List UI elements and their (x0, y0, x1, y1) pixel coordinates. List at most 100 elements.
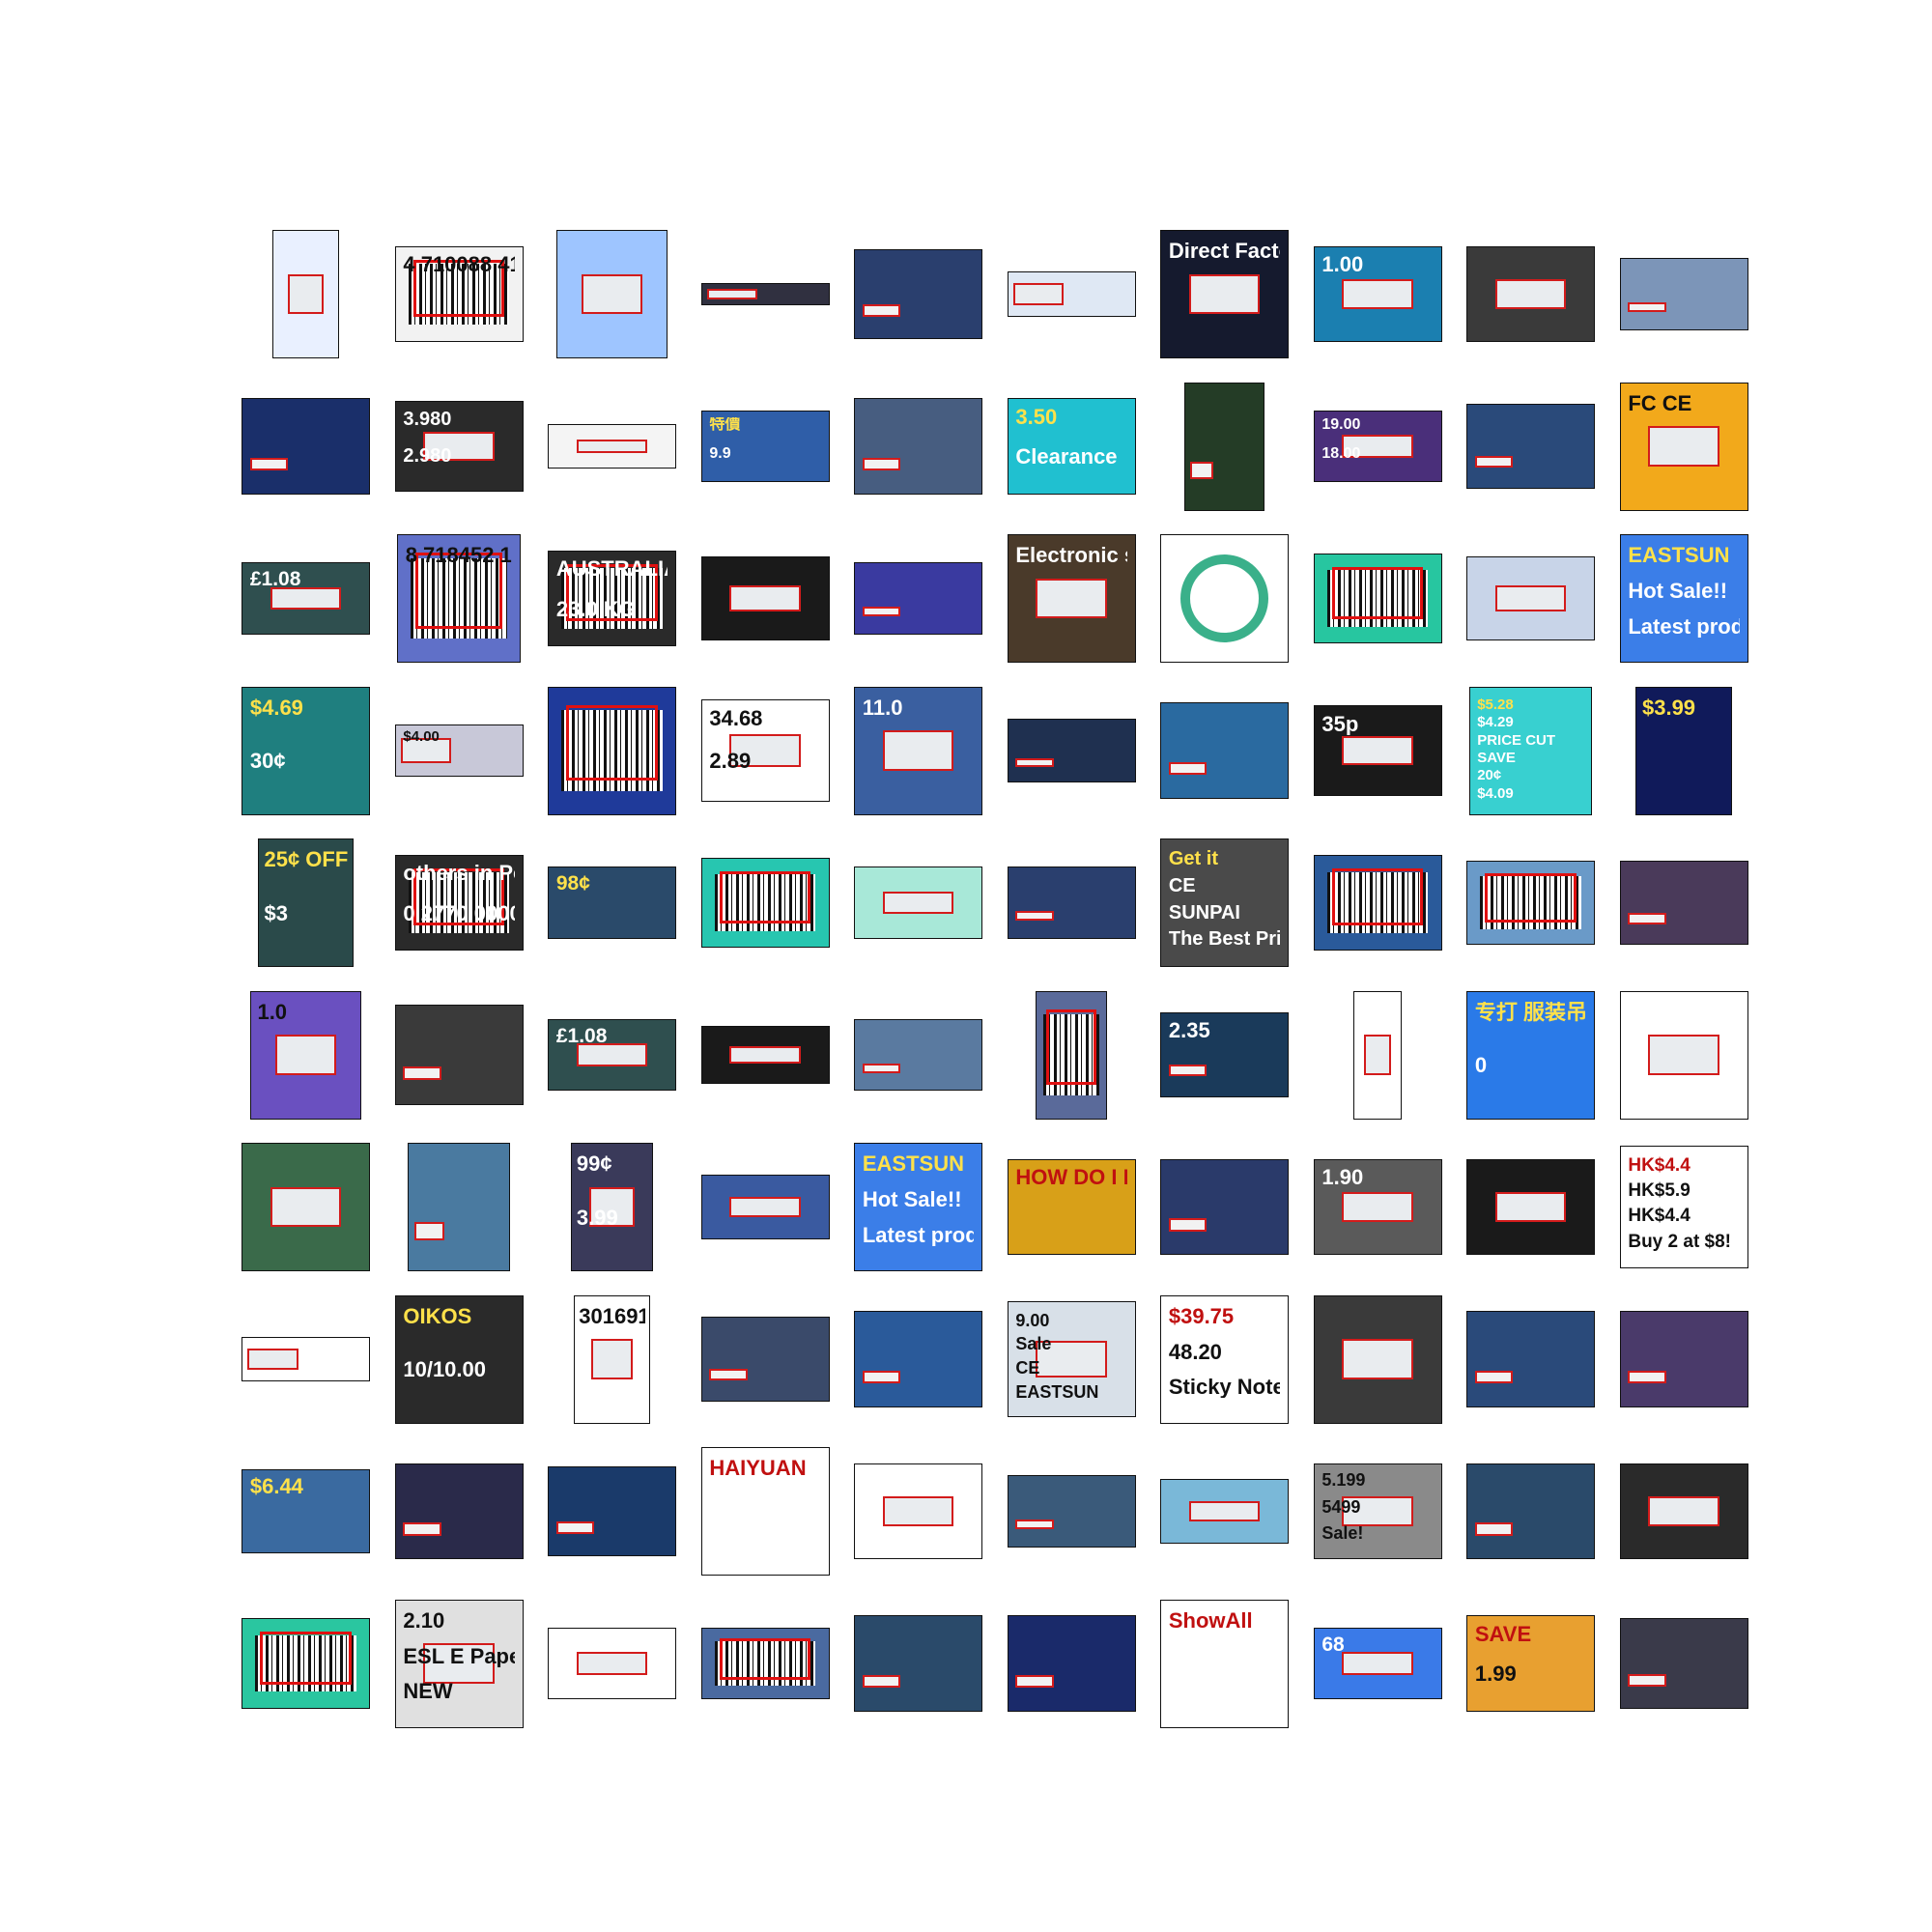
thumbnail-barcode (1466, 860, 1595, 946)
thumbnail-doc (271, 230, 340, 358)
thumbnail-sign: HOW DO I BENEFIT FROM THE $3 REQUIREMENT… (1007, 1158, 1136, 1256)
thumbnail-text: 专打 服装吊牌标签 (1474, 1001, 1587, 1023)
thumbnail-text: FC CE (1628, 392, 1692, 414)
thumbnail-background (1467, 405, 1594, 488)
price-tag-graphic (729, 1197, 801, 1217)
thumbnail-text: 3.50 (1015, 406, 1058, 428)
thumbnail-text: Buy 2 at $8! (1628, 1232, 1732, 1251)
thumbnail-esl: £1.08 (548, 1018, 676, 1092)
price-tag-graphic (882, 891, 954, 915)
thumbnail-text: 2.89 (709, 750, 752, 772)
price-tag-graphic (1015, 1520, 1054, 1530)
detection-box (719, 870, 811, 924)
thumbnail-background (408, 1144, 510, 1270)
thumbnail-text: 8 718452 189847 (405, 545, 513, 567)
thumbnail-esl (700, 1175, 830, 1239)
price-tag-graphic (287, 273, 325, 315)
thumbnail-text: 19.00 (1321, 416, 1361, 433)
price-tag-graphic (1494, 1191, 1567, 1223)
price-tag-graphic (1494, 584, 1567, 612)
price-tag-graphic (555, 1521, 595, 1535)
price-tag-graphic (1036, 578, 1107, 619)
price-tag-graphic (249, 457, 289, 471)
price-tag-graphic (576, 1652, 648, 1675)
thumbnail-text: 4 710088 412351 (403, 254, 514, 276)
thumbnail-background (855, 399, 981, 494)
thumbnail-esl (1160, 1479, 1289, 1544)
thumbnail-tags (1352, 990, 1403, 1120)
price-tag-graphic (1189, 461, 1214, 480)
thumbnail-esl: 35p (1313, 705, 1442, 796)
price-tag-graphic (862, 1674, 901, 1689)
thumbnail-text: 20¢ (1477, 768, 1502, 783)
thumbnail-text: $6.44 (249, 1476, 303, 1498)
thumbnail-text: 68 (1321, 1634, 1345, 1655)
thumbnail-shelf (854, 1615, 982, 1712)
thumbnail-text: CE (1168, 875, 1196, 895)
thumbnail-shelf (854, 562, 982, 635)
thumbnail-esl (1466, 245, 1595, 343)
thumbnail-shelf (394, 1005, 524, 1105)
thumbnail-text: HAIYUAN (709, 1458, 807, 1480)
price-tag-graphic (709, 1369, 748, 1381)
price-tag-graphic (1364, 1035, 1391, 1075)
thumbnail-background (395, 1006, 523, 1104)
price-tag-graphic (403, 1066, 441, 1081)
thumbnail-esl: 9.00 Sale CE EASTSUN (1007, 1301, 1136, 1417)
thumbnail-barcode (242, 1618, 370, 1709)
price-tag-graphic (1342, 278, 1413, 310)
thumbnail-shelf (548, 1465, 676, 1557)
thumbnail-background (242, 399, 369, 494)
thumbnail-text: Sale (1015, 1335, 1052, 1353)
thumbnail-background (1008, 719, 1135, 782)
thumbnail-shelf (407, 1143, 511, 1271)
thumbnail-sign: EASTSUN Hot Sale!! Latest product!! (854, 1143, 982, 1271)
price-tag-graphic (1628, 912, 1666, 924)
thumbnail-background (1620, 861, 1747, 945)
thumbnail-shelf (1466, 1311, 1595, 1407)
price-tag-graphic (1648, 426, 1719, 467)
thumbnail-text: $5.28 (1477, 696, 1514, 712)
thumbnail-sign: $3.99 (1635, 686, 1732, 815)
thumbnail-text: EASTSUN (862, 1153, 964, 1176)
thumbnail-background (1008, 867, 1135, 938)
thumbnail-text: Latest product!! (1628, 615, 1740, 638)
thumbnail-text: HK$4.4 (1628, 1156, 1690, 1176)
thumbnail-shelf (1007, 718, 1136, 783)
price-tag-graphic (706, 289, 758, 299)
price-tag-graphic (1168, 1218, 1208, 1232)
thumbnail-text: SAVE (1474, 1623, 1532, 1645)
thumbnail-background (1161, 1159, 1288, 1255)
thumbnail-text: Direct Factory (1168, 241, 1280, 263)
thumbnail-text: 18.00 (1321, 445, 1361, 462)
thumbnail-barcode: 8 718452 189847 (397, 534, 521, 663)
detection-box (1045, 1009, 1097, 1086)
thumbnail-text: $3 (264, 902, 288, 924)
thumbnail-barcode (1313, 553, 1442, 644)
thumbnail-background (1008, 1476, 1135, 1547)
price-tag-graphic (862, 1370, 901, 1384)
thumbnail-sign: $4.69 30¢ (242, 686, 370, 815)
thumbnail-esl: 1.00 (1313, 245, 1442, 343)
price-tag-graphic (1648, 1035, 1719, 1075)
thumbnail-text: Sticky Notes (1168, 1377, 1280, 1399)
price-tag-graphic (729, 1045, 801, 1065)
thumbnail-background (395, 1463, 523, 1559)
thumbnail-text: 特價 (709, 416, 741, 433)
thumbnail-esl (700, 1026, 830, 1084)
thumbnail-text: 1.99 (1474, 1663, 1517, 1685)
thumbnail-shelf (394, 1463, 524, 1560)
thumbnail-sign: SAVE 1.99 (1466, 1615, 1595, 1712)
thumbnail-text: 2.10 (403, 1609, 445, 1632)
thumbnail-text: $4.00 (403, 729, 440, 745)
price-tag-graphic (274, 1035, 337, 1075)
thumbnail-barcode (700, 857, 830, 949)
thumbnail-sign: ShowAll (1160, 1599, 1289, 1728)
thumbnail-text: Electronic shelf label (1015, 545, 1126, 567)
thumbnail-shelf (1466, 404, 1595, 489)
thumbnail-shelf (1619, 258, 1748, 330)
thumbnail-text: HK$5.9 (1628, 1181, 1690, 1201)
thumbnail-shelf (854, 1018, 982, 1092)
thumbnail-sign: HK$4.4 HK$5.9 HK$4.4 Buy 2 at $8! (1619, 1146, 1748, 1268)
thumbnail-text: HK$4.4 (1628, 1207, 1690, 1226)
